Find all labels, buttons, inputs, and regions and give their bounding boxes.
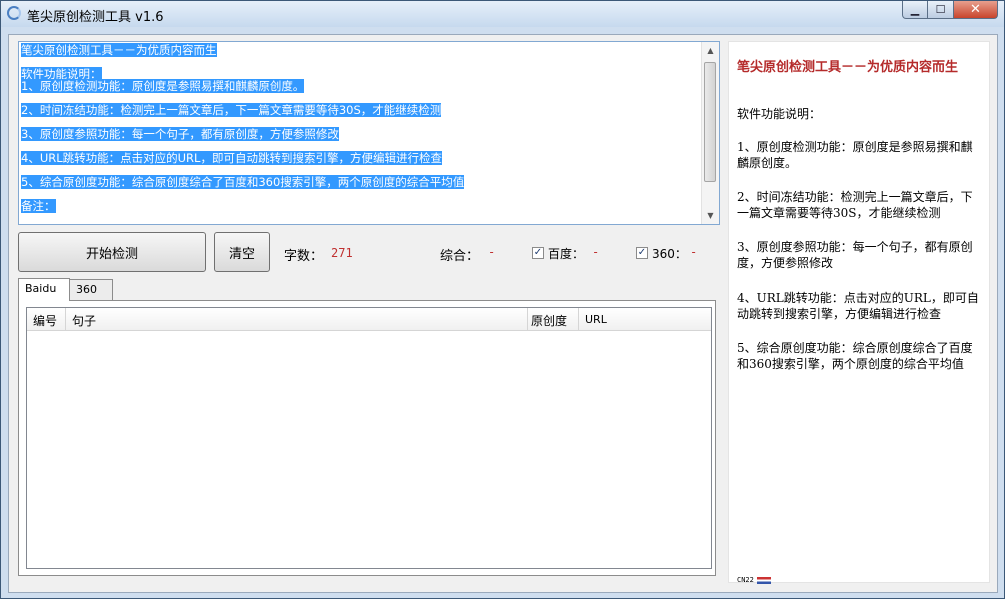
scroll-up-icon[interactable]: ▲ xyxy=(702,42,719,59)
overall-value: - xyxy=(488,245,496,259)
window-title: 笔尖原创检测工具 v1.6 xyxy=(27,10,164,25)
input-line: 备注： xyxy=(21,199,56,213)
help-item: 4、URL跳转功能：点击对应的URL，即可自动跳转到搜索引擎，方便编辑进行检查 xyxy=(737,291,979,321)
help-item: 5、综合原创度功能：综合原创度综合了百度和360搜索引擎，两个原创度的综合平均值 xyxy=(737,341,973,371)
help-item: 1、原创度检测功能：原创度是参照易撰和麒麟原创度。 xyxy=(737,140,973,170)
input-line: 5、综合原创度功能：综合原创度综合了百度和360搜索引擎，两个原创度的综合平均值 xyxy=(21,175,465,189)
input-blank-line xyxy=(21,56,699,68)
baidu-label: 百度： xyxy=(548,247,585,261)
close-icon: ✕ xyxy=(970,2,981,17)
column-header-url[interactable]: URL xyxy=(579,308,711,330)
char-count-value: 271 xyxy=(331,246,353,260)
title-bar[interactable]: 笔尖原创检测工具 v1.6 ▁ ☐ ✕ xyxy=(1,1,1004,27)
results-table[interactable]: 编号 句子 原创度 URL xyxy=(26,307,712,569)
main-client-area: 笔尖原创检测工具－－为优质内容而生 软件功能说明： 1、原创度检测功能：原创度是… xyxy=(8,34,998,593)
tab-baidu[interactable]: Baidu xyxy=(18,278,70,301)
ime-label: CN22 xyxy=(737,576,754,584)
scroll-thumb[interactable] xyxy=(704,62,716,182)
help-item: 2、时间冻结功能：检测完上一篇文章后，下一篇文章需要等待30S，才能继续检测 xyxy=(737,190,973,220)
tab-360[interactable]: 360 xyxy=(69,279,113,300)
column-header-sentence[interactable]: 句子 xyxy=(66,308,528,330)
app-logo-icon xyxy=(7,6,21,20)
minimize-icon: ▁ xyxy=(910,3,920,16)
tab-panel: 编号 句子 原创度 URL xyxy=(18,300,716,576)
help-title: 笔尖原创检测工具－－为优质内容而生 xyxy=(737,60,959,75)
input-blank-line xyxy=(21,188,699,200)
input-line: 1、原创度检测功能：原创度是参照易撰和麒麟原创度。 xyxy=(21,79,305,93)
maximize-button[interactable]: ☐ xyxy=(928,1,954,19)
flag-icon xyxy=(756,576,771,584)
close-button[interactable]: ✕ xyxy=(954,1,998,19)
help-item: 3、原创度参照功能：每一个句子，都有原创度，方便参照修改 xyxy=(737,240,973,270)
help-panel: 笔尖原创检测工具－－为优质内容而生 软件功能说明： 1、原创度检测功能：原创度是… xyxy=(728,41,990,583)
window-controls: ▁ ☐ ✕ xyxy=(902,1,998,20)
char-count-label: 字数： xyxy=(284,249,324,264)
s360-label: 360： xyxy=(652,247,687,261)
input-line: 4、URL跳转功能：点击对应的URL，即可自动跳转到搜索引擎，方便编辑进行检查 xyxy=(21,151,442,165)
baidu-value: - xyxy=(592,245,600,259)
table-header: 编号 句子 原创度 URL xyxy=(27,308,711,331)
baidu-checkbox[interactable]: ✓ xyxy=(532,247,544,259)
overall-label: 综合： xyxy=(440,249,480,264)
help-heading: 软件功能说明： xyxy=(737,107,822,121)
minimize-button[interactable]: ▁ xyxy=(902,1,928,19)
article-input-text[interactable]: 笔尖原创检测工具－－为优质内容而生 软件功能说明： 1、原创度检测功能：原创度是… xyxy=(21,43,699,213)
s360-checkbox[interactable]: ✓ xyxy=(636,247,648,259)
input-line: 2、时间冻结功能：检测完上一篇文章后，下一篇文章需要等待30S，才能继续检测 xyxy=(21,103,442,117)
s360-value: - xyxy=(690,245,698,259)
input-line: 笔尖原创检测工具－－为优质内容而生 xyxy=(21,43,217,57)
maximize-icon: ☐ xyxy=(935,3,946,16)
clear-button[interactable]: 清空 xyxy=(214,232,270,272)
ime-indicator[interactable]: CN22 xyxy=(737,575,771,585)
column-header-originality[interactable]: 原创度 xyxy=(528,308,579,330)
column-header-index[interactable]: 编号 xyxy=(27,308,66,330)
input-line: 3、原创度参照功能：每一个句子，都有原创度，方便参照修改 xyxy=(21,127,339,141)
scroll-down-icon[interactable]: ▼ xyxy=(702,207,719,224)
start-detect-button[interactable]: 开始检测 xyxy=(18,232,206,272)
app-window: 笔尖原创检测工具 v1.6 ▁ ☐ ✕ 笔尖原创检测工具－－为优质内容而生 软件… xyxy=(0,0,1005,599)
article-input[interactable]: 笔尖原创检测工具－－为优质内容而生 软件功能说明： 1、原创度检测功能：原创度是… xyxy=(18,41,720,225)
input-scrollbar[interactable]: ▲ ▼ xyxy=(701,42,719,224)
